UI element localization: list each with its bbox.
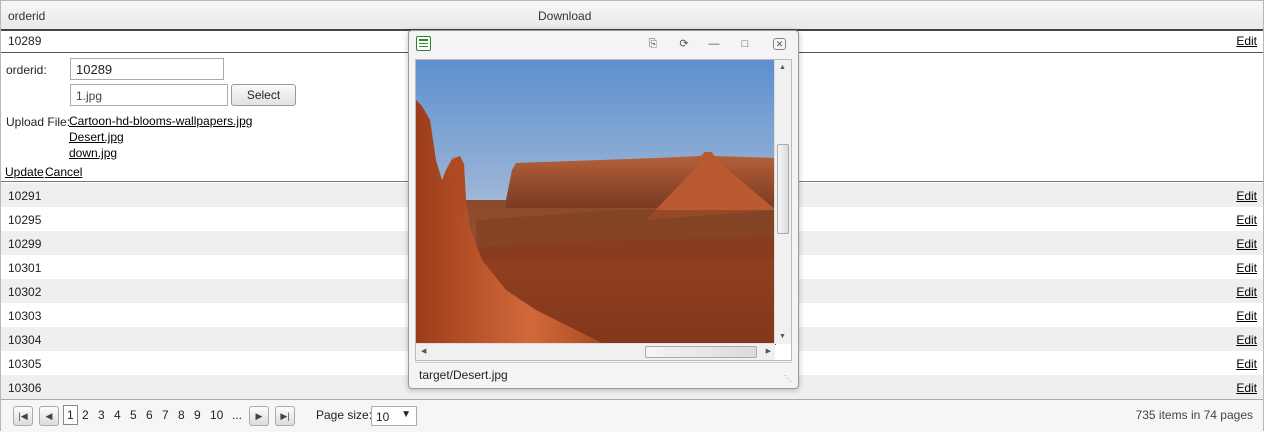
orderid-label: orderid: <box>6 63 47 77</box>
file-link-down[interactable]: down.jpg <box>69 146 117 160</box>
orderid-cell: 10306 <box>8 381 42 395</box>
column-header-orderid[interactable]: orderid <box>8 9 45 23</box>
orderid-cell: 10303 <box>8 309 42 323</box>
refresh-icon[interactable]: ⟳ <box>677 38 691 50</box>
orderid-cell: 10305 <box>8 357 42 371</box>
orderid-input[interactable]: 10289 <box>70 58 224 80</box>
edit-link[interactable]: Edit <box>1236 381 1257 395</box>
page-link[interactable]: 7 <box>162 408 169 422</box>
scroll-up-icon[interactable]: ▲ <box>779 64 786 71</box>
edit-link[interactable]: Edit <box>1236 213 1257 227</box>
chevron-down-icon: ▼ <box>401 409 411 420</box>
page-link[interactable]: 5 <box>130 408 137 422</box>
last-page-icon[interactable]: ▶| <box>275 406 295 426</box>
file-link-desert[interactable]: Desert.jpg <box>69 130 124 144</box>
file-link-cartoon[interactable]: Cartoon-hd-blooms-wallpapers.jpg <box>69 114 252 128</box>
resize-grip-icon[interactable]: ⋱ <box>784 374 792 383</box>
pin-icon[interactable]: ⎘ <box>646 38 660 50</box>
pager-summary: 735 items in 74 pages <box>1135 408 1253 422</box>
first-page-icon[interactable]: |◀ <box>13 406 33 426</box>
prev-page-icon[interactable]: ◀ <box>39 406 59 426</box>
orderid-cell: 10302 <box>8 285 42 299</box>
page-link[interactable]: 9 <box>194 408 201 422</box>
edit-link[interactable]: Edit <box>1236 285 1257 299</box>
grid-header: orderid Download <box>1 1 1263 31</box>
column-header-download[interactable]: Download <box>538 9 591 23</box>
vertical-scroll-thumb[interactable] <box>777 144 789 234</box>
edit-link[interactable]: Edit <box>1236 261 1257 275</box>
page-size-label: Page size: <box>316 408 373 422</box>
scroll-left-icon[interactable]: ◀ <box>421 347 426 355</box>
edit-link[interactable]: Edit <box>1236 333 1257 347</box>
maximize-icon[interactable]: □ <box>738 38 752 50</box>
window-titlebar[interactable]: ⎘ ⟳ — □ ✕ <box>409 31 798 58</box>
select-file-button[interactable]: Select <box>231 84 296 106</box>
file-name-field[interactable]: 1.jpg <box>70 84 228 106</box>
edit-link[interactable]: Edit <box>1236 189 1257 203</box>
scroll-down-icon[interactable]: ▼ <box>779 333 786 340</box>
cancel-link[interactable]: Cancel <box>45 165 82 179</box>
orderid-cell: 10295 <box>8 213 42 227</box>
page-size-value: 10 <box>376 410 390 424</box>
next-page-icon[interactable]: ▶ <box>249 406 269 426</box>
upload-file-label: Upload File: <box>6 115 71 129</box>
window-app-icon <box>416 36 431 51</box>
image-path-status: target/Desert.jpg <box>419 368 508 382</box>
page-link[interactable]: 8 <box>178 408 185 422</box>
page-link[interactable]: 3 <box>98 408 105 422</box>
image-viewport: ▲ ▼ ◀ ▶ <box>415 59 792 361</box>
image-preview-window: ⎘ ⟳ — □ ✕ ▲ ▼ ◀ ▶ target/Desert.jpg ⋱ <box>408 30 799 389</box>
page-link[interactable]: 4 <box>114 408 121 422</box>
edit-link[interactable]: Edit <box>1236 357 1257 371</box>
close-icon[interactable]: ✕ <box>773 38 786 50</box>
page-link[interactable]: 6 <box>146 408 153 422</box>
scroll-right-icon[interactable]: ▶ <box>766 347 771 355</box>
minimize-icon[interactable]: — <box>707 38 721 50</box>
edit-link[interactable]: Edit <box>1236 237 1257 251</box>
desert-landscape-image <box>416 60 776 345</box>
orderid-cell: 10291 <box>8 189 42 203</box>
status-divider <box>415 362 792 363</box>
page-link[interactable]: 2 <box>82 408 89 422</box>
edit-link[interactable]: Edit <box>1236 34 1257 48</box>
page-link[interactable]: ... <box>232 408 242 422</box>
vertical-scrollbar[interactable]: ▲ ▼ <box>774 60 791 344</box>
page-link[interactable]: 10 <box>210 408 223 422</box>
edit-link[interactable]: Edit <box>1236 309 1257 323</box>
horizontal-scroll-thumb[interactable] <box>645 346 757 358</box>
horizontal-scrollbar[interactable]: ◀ ▶ <box>416 343 775 360</box>
page-link[interactable]: 1 <box>63 405 78 425</box>
orderid-cell: 10301 <box>8 261 42 275</box>
page-size-select[interactable]: 10 ▼ <box>371 406 417 426</box>
orderid-cell: 10304 <box>8 333 42 347</box>
orderid-cell: 10289 <box>8 34 42 48</box>
orderid-cell: 10299 <box>8 237 42 251</box>
update-link[interactable]: Update <box>5 165 44 179</box>
pager: |◀ ◀ 1 2 3 4 5 6 7 8 9 10... ▶ ▶| Page size: 10 ▼… <box>1 399 1263 432</box>
